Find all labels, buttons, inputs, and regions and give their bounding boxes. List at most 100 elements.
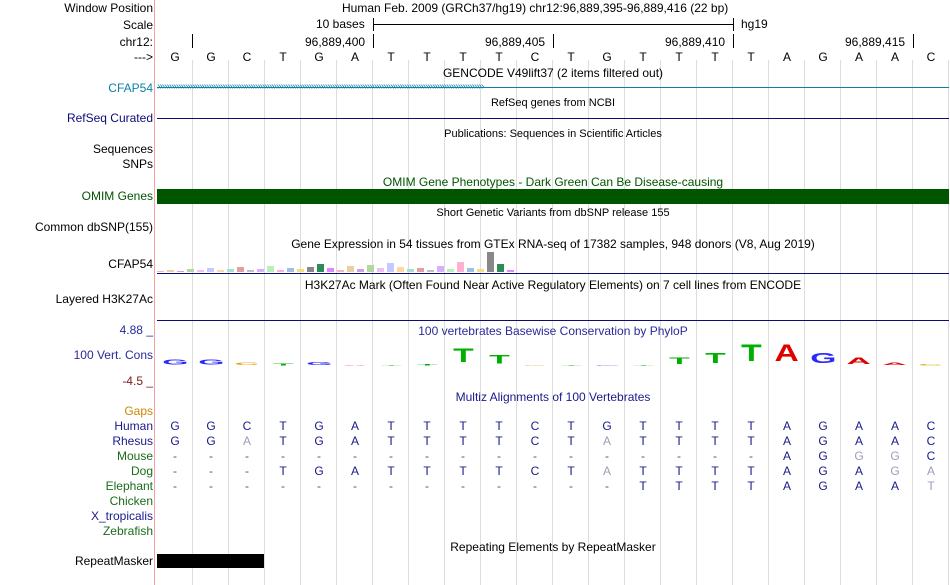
gtex-tissue-bar[interactable]: [157, 271, 164, 272]
aligned-base: G: [818, 464, 828, 478]
aligned-base: C: [530, 464, 540, 478]
refseq-gene-feature[interactable]: [157, 118, 949, 119]
gtex-tissue-bar[interactable]: [407, 269, 414, 272]
gtex-tissue-bar[interactable]: [227, 269, 234, 272]
gtex-tissue-bar[interactable]: [387, 263, 394, 272]
aligned-base: G: [314, 419, 324, 433]
reference-base: C: [926, 50, 936, 64]
gtex-tissue-bar[interactable]: [457, 262, 464, 272]
gtex-tissue-bar[interactable]: [177, 271, 184, 272]
gtex-tissue-bar[interactable]: [297, 269, 304, 272]
gtex-tissue-bar[interactable]: [377, 268, 384, 272]
gtex-tissue-bar[interactable]: [237, 267, 244, 272]
phylop-min-value: -4.5 _: [122, 374, 153, 388]
reference-base: C: [242, 50, 252, 64]
gtex-tissue-bar[interactable]: [357, 269, 364, 272]
gtex-tissue-bar[interactable]: [427, 270, 434, 272]
phylop-label[interactable]: 100 Vert. Cons: [74, 348, 153, 362]
gtex-tissue-bar[interactable]: [397, 267, 404, 272]
refseq-label[interactable]: RefSeq Curated: [67, 111, 153, 125]
gtex-tissue-bar[interactable]: [197, 270, 204, 272]
aligned-base: G: [890, 449, 900, 463]
gtex-tissue-bar[interactable]: [417, 268, 424, 272]
species-label-rhesus[interactable]: Rhesus: [112, 434, 153, 448]
dbsnp-track-title[interactable]: Short Genetic Variants from dbSNP releas…: [157, 206, 949, 220]
gencode-gene-label[interactable]: CFAP54: [108, 81, 153, 95]
gtex-tissue-bar[interactable]: [277, 270, 284, 272]
aligned-base: T: [567, 434, 575, 448]
publications-track-title[interactable]: Publications: Sequences in Scientific Ar…: [157, 127, 949, 141]
gtex-tissue-bar[interactable]: [437, 266, 444, 272]
gtex-tissue-bar[interactable]: [327, 268, 334, 272]
gtex-tissue-bar[interactable]: [307, 267, 314, 272]
aligned-base: A: [602, 464, 611, 478]
omim-feature[interactable]: [157, 189, 949, 204]
repeatmasker-label[interactable]: RepeatMasker: [75, 554, 153, 568]
aligned-base: T: [495, 434, 503, 448]
aligned-base: -: [605, 449, 609, 463]
gtex-tissue-bar[interactable]: [507, 270, 514, 272]
aligned-base: G: [854, 449, 864, 463]
gtex-tissue-bar[interactable]: [447, 269, 454, 272]
species-label-dog[interactable]: Dog: [131, 464, 153, 478]
omim-label[interactable]: OMIM Genes: [82, 189, 153, 203]
gtex-tissue-bar[interactable]: [337, 270, 344, 272]
gencode-track-title[interactable]: GENCODE V49lift37 (2 items filtered out): [157, 66, 949, 80]
gtex-track-title[interactable]: Gene Expression in 54 tissues from GTEx …: [157, 237, 949, 251]
aligned-base: T: [639, 464, 647, 478]
h3k27ac-label[interactable]: Layered H3K27Ac: [56, 292, 153, 306]
snps-label[interactable]: SNPs: [122, 157, 153, 171]
gtex-tissue-bar[interactable]: [217, 270, 224, 272]
species-label-chicken[interactable]: Chicken: [110, 494, 153, 508]
h3k27ac-track-title[interactable]: H3K27Ac Mark (Often Found Near Active Re…: [157, 278, 949, 292]
aligned-base: -: [245, 464, 249, 478]
gtex-tissue-bar[interactable]: [477, 269, 484, 272]
aligned-base: T: [711, 419, 719, 433]
aligned-base: A: [602, 434, 611, 448]
gtex-tissue-bar[interactable]: [207, 268, 214, 272]
gtex-tissue-bar[interactable]: [287, 268, 294, 272]
species-label-human[interactable]: Human: [114, 419, 153, 433]
gtex-tissue-bar[interactable]: [167, 270, 174, 272]
species-label-elephant[interactable]: Elephant: [106, 479, 153, 493]
species-label-x_tropicalis[interactable]: X_tropicalis: [91, 509, 153, 523]
sequences-label[interactable]: Sequences: [93, 142, 153, 156]
aligned-base: A: [782, 464, 791, 478]
gtex-tissue-bar[interactable]: [257, 269, 264, 272]
gencode-gene-feature[interactable]: ››››››››››››››››››››››››››››››››››››››››…: [157, 80, 949, 94]
reference-base: A: [782, 50, 791, 64]
gtex-tissue-bar[interactable]: [497, 264, 504, 272]
dbsnp-label[interactable]: Common dbSNP(155): [35, 220, 153, 234]
gtex-tissue-bar[interactable]: [487, 252, 494, 272]
gtex-tissue-bar[interactable]: [267, 266, 274, 272]
gtex-tissue-bar[interactable]: [367, 265, 374, 272]
aligned-base: T: [567, 464, 575, 478]
refseq-track-title[interactable]: RefSeq genes from NCBI: [157, 96, 949, 110]
phylop-base-logo: T: [668, 355, 690, 367]
gaps-label[interactable]: Gaps: [124, 404, 153, 418]
gtex-tissue-bar[interactable]: [467, 268, 474, 272]
phylop-track-title[interactable]: 100 vertebrates Basewise Conservation by…: [157, 324, 949, 338]
aligned-base: T: [459, 434, 467, 448]
gtex-tissue-bar[interactable]: [247, 270, 254, 272]
repeatmasker-feature[interactable]: [157, 554, 264, 568]
omim-track-title[interactable]: OMIM Gene Phenotypes - Dark Green Can Be…: [157, 175, 949, 189]
gtex-tissue-bar[interactable]: [187, 269, 194, 272]
phylop-base-logo: A: [342, 364, 368, 367]
window-position-label: Window Position: [64, 1, 153, 15]
phylop-conservation-logo[interactable]: GGCTGATTTTCTGTTTTAGAAC: [157, 340, 949, 366]
species-label-zebrafish[interactable]: Zebrafish: [103, 524, 153, 538]
phylop-max-value: 4.88 _: [119, 323, 153, 337]
gtex-tissue-bar[interactable]: [317, 264, 324, 272]
aligned-base: T: [459, 419, 467, 433]
gtex-gene-label[interactable]: CFAP54: [108, 257, 153, 271]
gtex-expression-bars[interactable]: [157, 250, 537, 272]
aligned-base: -: [245, 479, 249, 493]
gtex-tissue-bar[interactable]: [347, 266, 354, 272]
repeatmasker-track-title[interactable]: Repeating Elements by RepeatMasker: [157, 540, 949, 554]
aligned-base: T: [423, 434, 431, 448]
aligned-base: A: [890, 419, 899, 433]
species-label-mouse[interactable]: Mouse: [117, 449, 153, 463]
aligned-base: -: [749, 449, 753, 463]
multiz-track-title[interactable]: Multiz Alignments of 100 Vertebrates: [157, 390, 949, 404]
